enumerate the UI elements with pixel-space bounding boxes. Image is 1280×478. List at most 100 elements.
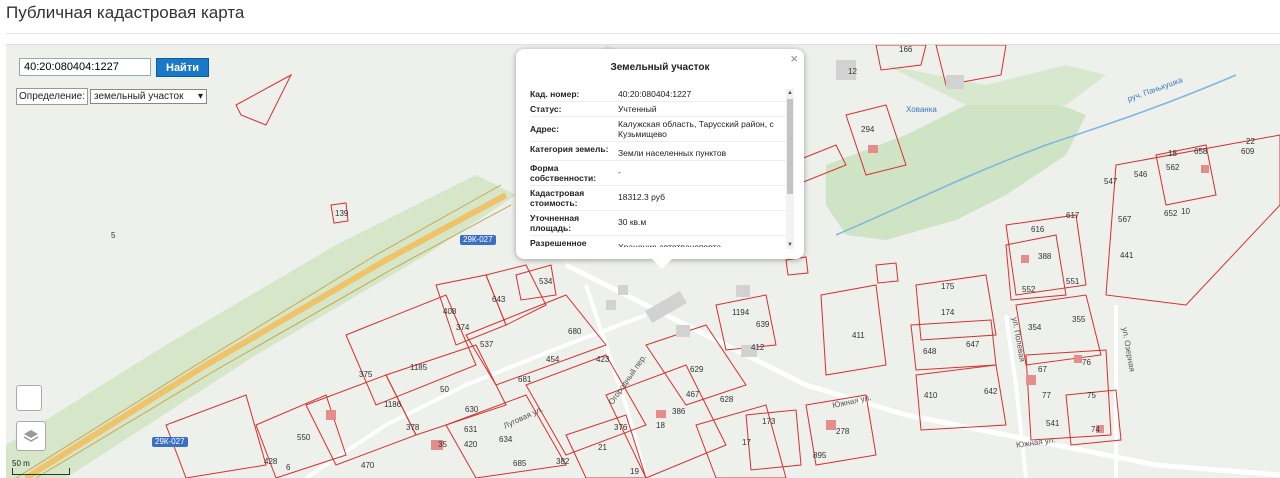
attribute-value: - xyxy=(618,167,621,177)
cadastral-search-input[interactable] xyxy=(19,58,151,76)
parcel-number: 410 xyxy=(924,391,938,400)
page-title: Публичная кадастровая карта xyxy=(6,3,245,22)
parcel-number: 382 xyxy=(556,457,570,466)
parcel-number: 386 xyxy=(672,407,686,416)
layers-button[interactable] xyxy=(16,421,46,451)
popup-scrollbar[interactable]: ▲ ▼ xyxy=(786,89,794,249)
building-marker xyxy=(1201,165,1209,173)
parcel-number: 18 xyxy=(1168,149,1177,158)
parcel-number: 648 xyxy=(923,347,937,356)
parcel-number: 652 xyxy=(1164,209,1178,218)
attribute-value: Хранение автотранспорта xyxy=(618,242,722,247)
attribute-key: Уточненная площадь: xyxy=(530,213,580,233)
building-marker xyxy=(326,410,336,420)
parcel-number: 550 xyxy=(297,433,311,442)
definition-select[interactable]: земельный участок ▾ xyxy=(90,89,208,104)
attribute-row: Кадастровая стоимость: 18312.3 руб xyxy=(530,186,788,211)
attribute-key: Статус: xyxy=(530,104,562,114)
scale-label: 50 m xyxy=(12,459,30,468)
parcel-number: 76 xyxy=(1082,358,1091,367)
attribute-value: 40:20:080404:1227 xyxy=(618,89,692,99)
parcel-number: 534 xyxy=(539,277,553,286)
attribute-value: Земли населенных пунктов xyxy=(618,148,727,158)
attribute-key: Адрес: xyxy=(530,124,559,134)
parcel-number: 629 xyxy=(690,365,704,374)
parcel-info-popup: × Земельный участок Кад. номер: 40:20:08… xyxy=(516,49,804,269)
attribute-value: Учтенный xyxy=(618,104,657,114)
parcel-number: 74 xyxy=(1091,425,1100,434)
route-label: 29К-027 xyxy=(152,437,188,447)
scroll-down-icon[interactable]: ▼ xyxy=(786,241,794,249)
parcel-number: 567 xyxy=(1118,215,1132,224)
parcel-number: 454 xyxy=(546,355,560,364)
chevron-down-icon: ▾ xyxy=(197,91,204,102)
parcel-number: 895 xyxy=(813,451,827,460)
parcel-number: 470 xyxy=(361,461,375,470)
parcel-number: 541 xyxy=(1046,419,1060,428)
parcel-number: 628 xyxy=(720,395,734,404)
parcel-number: 67 xyxy=(1038,365,1047,374)
parcel-number: 681 xyxy=(518,375,532,384)
parcel-number: 355 xyxy=(1072,315,1086,324)
attribute-row: Адрес: Калужская область, Тарусский райо… xyxy=(530,117,788,142)
map-canvas[interactable]: 29К-027 29К-027 Южная ул. Южная ул. ул. … xyxy=(6,44,1280,478)
definition-row: Определение: земельный участок ▾ xyxy=(16,88,208,105)
parcel-number: 35 xyxy=(438,440,447,449)
attribute-row: Кад. номер: 40:20:080404:1227 xyxy=(530,87,788,102)
scroll-thumb[interactable] xyxy=(787,99,793,194)
scroll-up-icon[interactable]: ▲ xyxy=(786,89,794,97)
definition-selected-value: земельный участок xyxy=(94,91,184,102)
parcel-number: 1194 xyxy=(732,308,750,317)
parcel-number: 630 xyxy=(465,405,479,414)
parcel-number: 77 xyxy=(1042,391,1051,400)
building-marker xyxy=(1074,355,1082,363)
street-label: Хованка xyxy=(906,105,937,114)
parcel-number: 18 xyxy=(656,421,665,430)
parcel-number: 562 xyxy=(1166,163,1180,172)
definition-label: Определение: xyxy=(16,88,89,105)
layers-icon xyxy=(23,430,39,442)
parcel-number: 658 xyxy=(1194,147,1208,156)
parcel-number: 647 xyxy=(966,340,980,349)
attribute-row: Статус: Учтенный xyxy=(530,102,788,117)
parcel-number: 388 xyxy=(1038,252,1052,261)
parcel-number: 420 xyxy=(464,440,478,449)
parcel-number: 546 xyxy=(1134,170,1148,179)
parcel-number: 639 xyxy=(756,320,770,329)
parcel-number: 12 xyxy=(848,67,857,76)
parcel-number: 175 xyxy=(941,282,955,291)
parcel-number: 19 xyxy=(630,467,639,476)
parcel-number: 22 xyxy=(1246,137,1255,146)
building-marker xyxy=(1021,255,1029,263)
scale-indicator: 50 m xyxy=(12,459,70,475)
parcel-number: 294 xyxy=(861,125,875,134)
parcel-number: 378 xyxy=(406,423,420,432)
attribute-value: 30 кв.м xyxy=(618,217,647,227)
parcel-number: 408 xyxy=(443,307,457,316)
parcel-number: 139 xyxy=(335,209,349,218)
parcel-number: 634 xyxy=(499,435,513,444)
parcel-number: 278 xyxy=(836,427,850,436)
attribute-key: Категория земель: xyxy=(530,144,609,154)
parcel-number: 685 xyxy=(513,459,527,468)
attribute-key: Кадастровая стоимость: xyxy=(530,188,585,208)
building-marker xyxy=(1026,375,1036,385)
attribute-key: Разрешенное xyxy=(530,238,587,247)
parcel-number: 1185 xyxy=(410,363,428,372)
parcel-number: 441 xyxy=(1120,251,1134,260)
find-button[interactable]: Найти xyxy=(156,58,209,77)
parcel-number: 376 xyxy=(614,423,628,432)
parcel-number: 423 xyxy=(596,355,610,364)
building-marker xyxy=(656,410,666,418)
parcel-number: 1186 xyxy=(384,400,402,409)
parcel-number: 643 xyxy=(492,295,506,304)
attribute-key: Кад. номер: xyxy=(530,89,580,99)
map-tool-button[interactable] xyxy=(16,385,42,411)
parcel-number: 616 xyxy=(1031,225,1045,234)
parcel-number: 166 xyxy=(899,45,913,54)
parcel-number: 609 xyxy=(1241,147,1255,156)
attribute-value: 18312.3 руб xyxy=(618,192,665,202)
parcel-number: 174 xyxy=(941,308,955,317)
parcel-number: 17 xyxy=(742,438,751,447)
parcel-number: 5 xyxy=(111,231,116,240)
